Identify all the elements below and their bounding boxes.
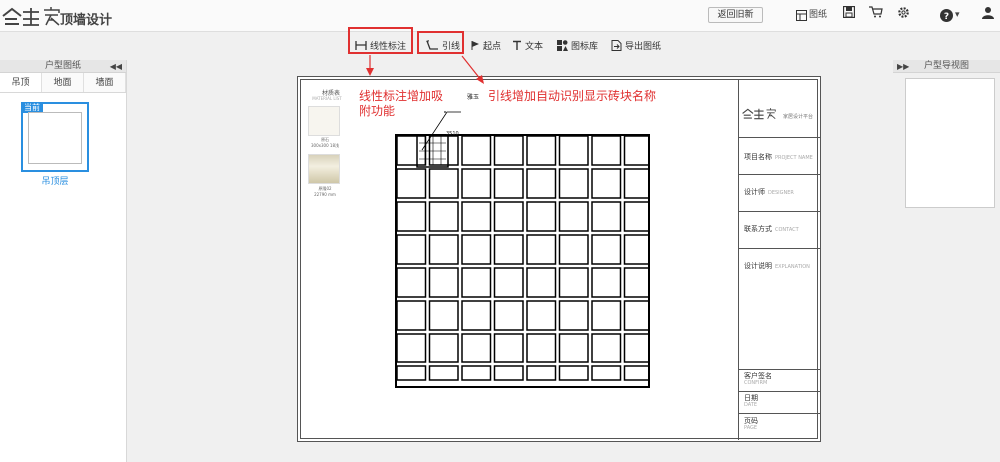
annotation-arrows <box>366 55 484 84</box>
linear-annotation-note: 线性标注增加吸附功能 <box>359 89 444 118</box>
leader-annotation-note: 引线增加自动识别显示砖块名称 <box>488 89 657 103</box>
